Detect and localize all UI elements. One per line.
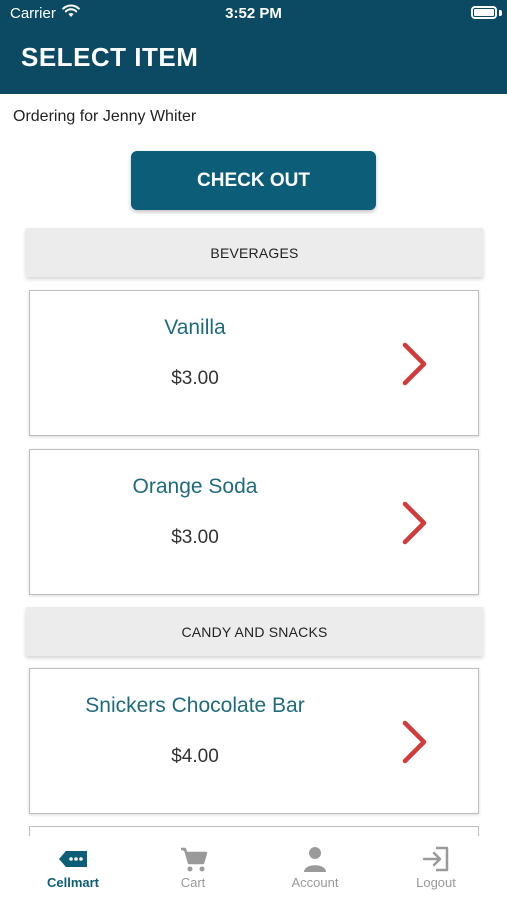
item-name: Vanilla	[164, 316, 226, 339]
item-card[interactable]: Vanilla $3.00	[29, 290, 479, 436]
tab-logout[interactable]: Logout	[373, 836, 499, 900]
battery-tip	[499, 10, 502, 16]
item-price: $3.00	[171, 368, 219, 389]
item-price: $3.00	[171, 527, 219, 548]
ordering-for-label: Ordering for Jenny Whiter	[13, 108, 197, 125]
tab-label: Account	[291, 875, 339, 890]
tab-label: Cellmart	[46, 875, 100, 890]
tab-bar: Cellmart Cart Account Logout	[0, 836, 507, 900]
tab-cart[interactable]: Cart	[130, 836, 256, 900]
item-card[interactable]: Orange Soda $3.00	[29, 449, 479, 595]
checkout-button[interactable]: CHECK OUT	[131, 151, 376, 210]
item-card[interactable]: Snickers Chocolate Bar $4.00	[29, 668, 479, 814]
store-tag-icon	[59, 851, 87, 867]
section-header-candy-and-snacks[interactable]: CANDY AND SNACKS	[26, 607, 483, 656]
tab-label: Cart	[180, 875, 206, 890]
status-time: 3:52 PM	[225, 5, 282, 22]
item-price: $4.00	[171, 746, 219, 767]
item-name: Orange Soda	[132, 475, 258, 498]
page-title: SELECT ITEM	[21, 42, 199, 72]
tab-account[interactable]: Account	[252, 836, 378, 900]
account-icon	[304, 847, 326, 872]
chevron-right-icon[interactable]	[400, 719, 430, 765]
cart-icon	[181, 847, 208, 872]
chevron-right-icon[interactable]	[400, 341, 430, 387]
chevron-right-icon[interactable]	[400, 500, 430, 546]
logout-icon	[422, 846, 449, 872]
tab-label: Logout	[416, 875, 456, 890]
section-header-beverages[interactable]: BEVERAGES	[26, 228, 483, 277]
battery-icon	[471, 6, 497, 19]
item-name: Snickers Chocolate Bar	[85, 694, 305, 717]
status-bar: Carrier 3:52 PM	[0, 0, 507, 28]
app-header: Carrier 3:52 PM SELECT ITEM	[0, 0, 507, 94]
tab-cellmart[interactable]: Cellmart	[10, 836, 136, 900]
